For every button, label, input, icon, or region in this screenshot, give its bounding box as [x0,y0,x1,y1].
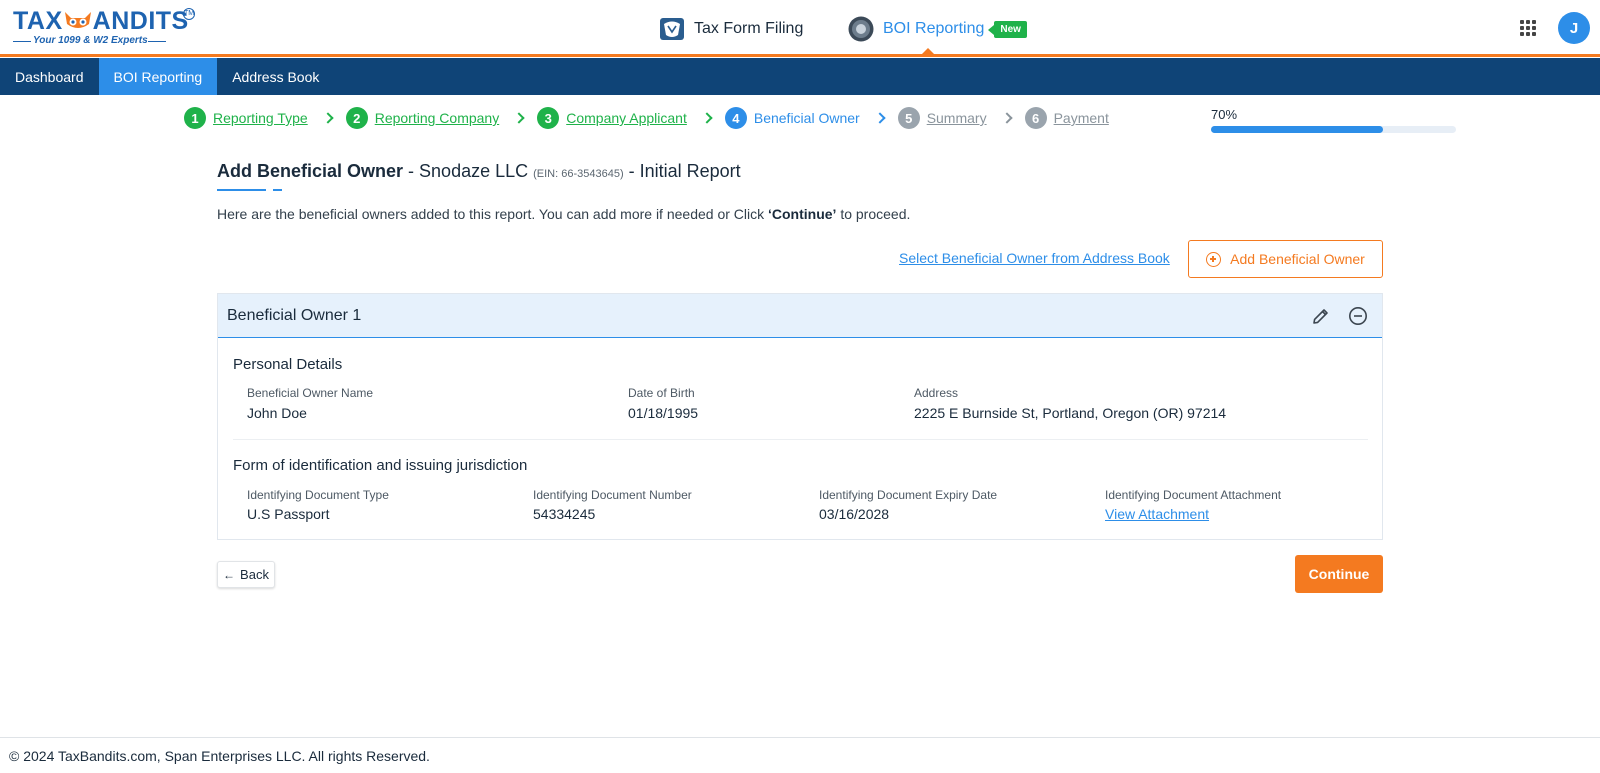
section-divider [233,439,1368,440]
top-header: TAX ANDITS Your 1099 & W2 Experts TM Tax … [0,0,1600,57]
dob-value: 01/18/1995 [628,405,699,421]
step-company-applicant[interactable]: 3 Company Applicant [537,107,687,129]
edit-pencil-icon[interactable] [1311,306,1331,326]
taxbandits-logo[interactable]: TAX ANDITS Your 1099 & W2 Experts TM [13,8,195,50]
intro-text: Here are the beneficial owners added to … [217,206,911,222]
step-payment[interactable]: 6 Payment [1024,107,1109,129]
nav-address-book[interactable]: Address Book [217,58,334,95]
plus-circle-icon [1206,251,1222,267]
copyright-text: © 2024 TaxBandits.com, Span Enterprises … [9,747,430,764]
remove-circle-icon[interactable] [1348,306,1368,326]
address-label: Address [914,386,959,400]
progress-percent: 70% [1211,107,1238,122]
user-avatar[interactable]: J [1558,12,1590,44]
step-label: Summary [926,110,987,126]
progress-bar-fill [1211,126,1383,133]
card-header: Beneficial Owner 1 [218,294,1382,338]
doc-expiry-value: 03/16/2028 [819,506,890,522]
view-attachment-link[interactable]: View Attachment [1105,506,1209,522]
back-label: Back [240,567,269,582]
doc-number-label: Identifying Document Number [533,488,692,502]
ein-label: (EIN: 66-3543645) [533,168,624,180]
apps-grid-icon[interactable] [1520,20,1536,36]
card-title: Beneficial Owner 1 [227,306,362,324]
step-number: 2 [345,107,368,129]
page-footer: © 2024 TaxBandits.com, Span Enterprises … [0,737,1600,773]
active-caret-icon [921,48,935,55]
step-reporting-company[interactable]: 2 Reporting Company [345,107,500,129]
progress-bar [1211,126,1456,133]
select-from-address-book-link[interactable]: Select Beneficial Owner from Address Boo… [899,250,1170,266]
step-number: 3 [537,107,560,129]
step-label: Reporting Company [374,110,500,126]
trademark-mark: TM [183,8,195,20]
irs-eagle-icon [660,18,684,40]
doc-attachment-label: Identifying Document Attachment [1105,488,1282,502]
boi-reporting-label: BOI Reporting [883,20,985,37]
add-beneficial-owner-label: Add Beneficial Owner [1230,251,1365,267]
step-label: Reporting Type [213,110,308,126]
chevron-right-icon [513,109,525,127]
nav-dashboard[interactable]: Dashboard [0,58,99,95]
owl-logo-icon [64,12,91,28]
page-title: Add Beneficial Owner - Snodaze LLC (EIN:… [217,161,741,181]
doc-expiry-label: Identifying Document Expiry Date [819,488,998,502]
step-number: 5 [897,107,920,129]
logo-tagline: Your 1099 & W2 Experts [13,35,193,46]
arrow-left-icon: ← [223,567,236,582]
doc-number-value: 54334245 [533,506,596,522]
tax-form-filing-link[interactable]: Tax Form Filing [658,14,803,44]
nav-boi-reporting[interactable]: BOI Reporting [98,58,218,95]
doc-type-label: Identifying Document Type [247,488,389,502]
continue-button[interactable]: Continue [1295,555,1383,593]
chevron-right-icon [874,109,886,127]
owner-name-label: Beneficial Owner Name [247,386,374,400]
step-label: Payment [1053,110,1109,126]
main-navbar: Dashboard BOI Reporting Address Book [0,58,1600,95]
back-button[interactable]: ← Back [217,561,275,588]
step-summary[interactable]: 5 Summary [897,107,987,129]
chevron-right-icon [701,109,713,127]
step-label: Beneficial Owner [753,110,860,126]
step-number: 1 [184,107,206,129]
dob-label: Date of Birth [628,386,695,400]
owner-name-value: John Doe [247,405,307,421]
chevron-right-icon [322,109,334,127]
new-badge: New [988,20,1027,38]
chevron-right-icon [1000,109,1013,127]
title-underline [217,189,266,191]
progress-stepper: 1 Reporting Type 2 Reporting Company 3 C… [184,106,1109,130]
step-reporting-type[interactable]: 1 Reporting Type [184,107,308,129]
step-label: Company Applicant [566,110,687,126]
add-beneficial-owner-button[interactable]: Add Beneficial Owner [1188,240,1383,278]
boi-reporting-link[interactable]: BOI Reporting New [847,14,1027,44]
beneficial-owner-card: Beneficial Owner 1 Personal Details Bene… [217,293,1383,540]
fincen-seal-icon [848,16,874,42]
title-underline-dash [273,189,282,191]
doc-type-value: U.S Passport [247,506,330,522]
step-number: 6 [1024,107,1047,129]
step-number: 4 [724,107,747,129]
identification-heading: Form of identification and issuing juris… [233,457,528,474]
personal-details-heading: Personal Details [233,356,343,373]
step-beneficial-owner[interactable]: 4 Beneficial Owner [724,107,860,129]
address-value: 2225 E Burnside St, Portland, Oregon (OR… [914,405,1227,421]
tax-form-filing-label: Tax Form Filing [694,20,804,37]
